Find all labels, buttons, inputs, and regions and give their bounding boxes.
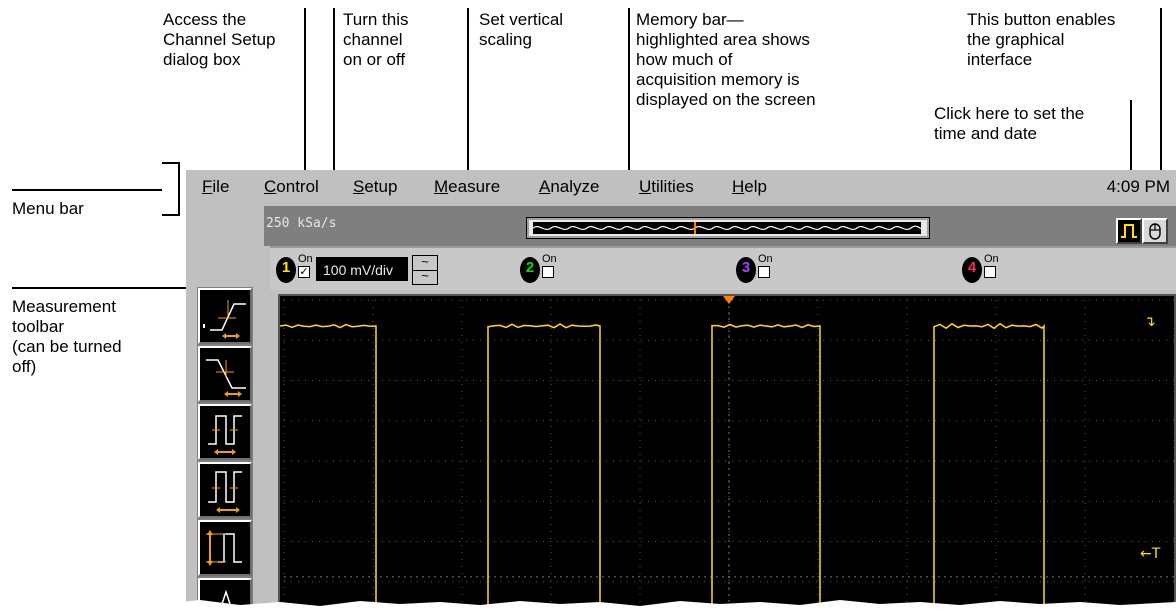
rise-time-icon — [203, 300, 246, 339]
menu-utilities-label: tilities — [651, 177, 694, 196]
channel-bar: 1 On ✓ 100 mV/div ~ ~ 2 On 3 On 4 On — [270, 246, 1176, 290]
vertical-scale-spinner[interactable]: ~ ~ — [412, 255, 438, 285]
channel-4-on-checkbox[interactable] — [984, 266, 996, 278]
channel-2-number: 2 — [525, 259, 535, 276]
callout-time-date: Click here to set the time and date — [934, 104, 1085, 143]
mouse-mode-button[interactable] — [1142, 218, 1168, 244]
menu-utilities[interactable]: Utilities — [639, 177, 694, 197]
clock-time-date[interactable]: 4:09 PM — [1107, 177, 1170, 197]
leader-time-date — [1130, 100, 1132, 170]
channel-3-controls: 3 On — [736, 254, 786, 286]
channel-4-number: 4 — [967, 259, 977, 276]
menu-analyze-label: nalyze — [550, 177, 600, 196]
menu-measure-label: easure — [448, 177, 501, 196]
frequency-measure-button[interactable] — [198, 462, 252, 518]
callout-memory-bar: Memory bar— highlighted area shows how m… — [636, 10, 816, 109]
menu-control-accelerator: C — [264, 177, 277, 196]
menu-analyze-accelerator: A — [539, 177, 551, 196]
trigger-reference-marker[interactable]: ←T — [1140, 546, 1160, 562]
amplitude-icon — [206, 530, 242, 566]
menu-file-accelerator: F — [202, 177, 213, 196]
fall-time-icon — [206, 359, 246, 397]
channel-3-on-label: On — [758, 253, 773, 265]
rise-time-measure-button[interactable] — [198, 288, 252, 344]
menu-file-label: ile — [212, 177, 230, 196]
bracket-menu-bar-bottom — [162, 214, 180, 216]
acquisition-bar: 250 kSa/s — [264, 206, 1176, 246]
measurement-toolbar — [186, 206, 264, 613]
channel-3-setup-button[interactable]: 3 — [736, 257, 756, 283]
channel-4-on-label: On — [984, 253, 999, 265]
menu-control-label: ontrol — [276, 177, 319, 196]
amplitude-measure-button[interactable] — [198, 520, 252, 576]
callout-menu-bar: Menu bar — [12, 199, 84, 218]
mouse-icon — [1149, 223, 1161, 240]
trigger-position-marker — [723, 296, 735, 304]
period-measure-button[interactable] — [198, 404, 252, 460]
trigger-level-marker[interactable]: ↴ — [1144, 314, 1156, 330]
callout-channel-toggle: Turn this channel on or off — [343, 10, 409, 69]
channel-2-on-label: On — [542, 253, 557, 265]
callout-graphical-button: This button enables the graphical interf… — [967, 10, 1116, 69]
waveform-display[interactable]: ↴ ←T — [278, 294, 1176, 613]
sample-rate-readout: 250 kSa/s — [266, 216, 337, 231]
callout-vertical-scaling: Set vertical scaling — [479, 10, 564, 49]
channel-1-on-checkbox[interactable]: ✓ — [298, 266, 310, 278]
channel-3-on-checkbox[interactable] — [758, 266, 770, 278]
menu-file[interactable]: File — [202, 177, 229, 197]
fall-time-measure-button[interactable] — [198, 346, 252, 402]
bracket-menu-bar-top — [162, 162, 180, 164]
menu-setup-label: etup — [364, 177, 398, 196]
menu-control[interactable]: Control — [264, 177, 319, 197]
menu-measure[interactable]: Measure — [434, 177, 500, 197]
waveform-graticule — [280, 296, 1175, 613]
channel-4-controls: 4 On — [962, 254, 1012, 286]
menu-measure-accelerator: M — [434, 177, 449, 196]
menu-help-label: elp — [744, 177, 767, 196]
graphical-interface-button[interactable] — [1116, 218, 1142, 244]
channel-4-setup-button[interactable]: 4 — [962, 257, 982, 283]
callout-channel-setup: Access the Channel Setup dialog box — [163, 10, 276, 69]
torn-edge — [0, 600, 1176, 613]
channel-1-trace — [280, 322, 1045, 613]
leader-menu-bar — [12, 189, 162, 191]
channel-2-setup-button[interactable]: 2 — [520, 257, 540, 283]
menu-setup[interactable]: Setup — [353, 177, 397, 197]
channel-2-controls: 2 On — [520, 254, 570, 286]
period-icon — [208, 415, 242, 455]
channel-1-controls: 1 On ✓ 100 mV/div ~ ~ — [276, 254, 446, 286]
menu-help-accelerator: H — [732, 177, 745, 196]
callout-measurement-toolbar: Measurement toolbar (can be turned off) — [12, 297, 122, 376]
bracket-menu-bar — [178, 162, 180, 216]
channel-1-scale-field[interactable]: 100 mV/div — [316, 257, 408, 281]
channel-1-number: 1 — [281, 259, 291, 276]
leader-measurement-toolbar — [12, 287, 196, 289]
menu-setup-accelerator: S — [353, 177, 365, 196]
menu-utilities-accelerator: U — [639, 177, 652, 196]
memory-bar-display — [533, 222, 921, 234]
memory-waveform — [533, 222, 921, 234]
scale-down-button[interactable]: ~ — [413, 269, 437, 284]
menu-help[interactable]: Help — [732, 177, 767, 197]
channel-1-setup-button[interactable]: 1 — [276, 257, 296, 283]
memory-bar[interactable] — [526, 217, 930, 239]
square-wave-icon — [1121, 224, 1137, 238]
frequency-icon — [208, 471, 242, 513]
menu-analyze[interactable]: Analyze — [539, 177, 599, 197]
channel-3-number: 3 — [741, 259, 751, 276]
channel-1-on-label: On — [298, 253, 313, 265]
scope-application-window: File Control Setup Measure Analyze Utili… — [186, 170, 1176, 613]
channel-2-on-checkbox[interactable] — [542, 266, 554, 278]
menu-bar: File Control Setup Measure Analyze Utili… — [186, 170, 1176, 206]
